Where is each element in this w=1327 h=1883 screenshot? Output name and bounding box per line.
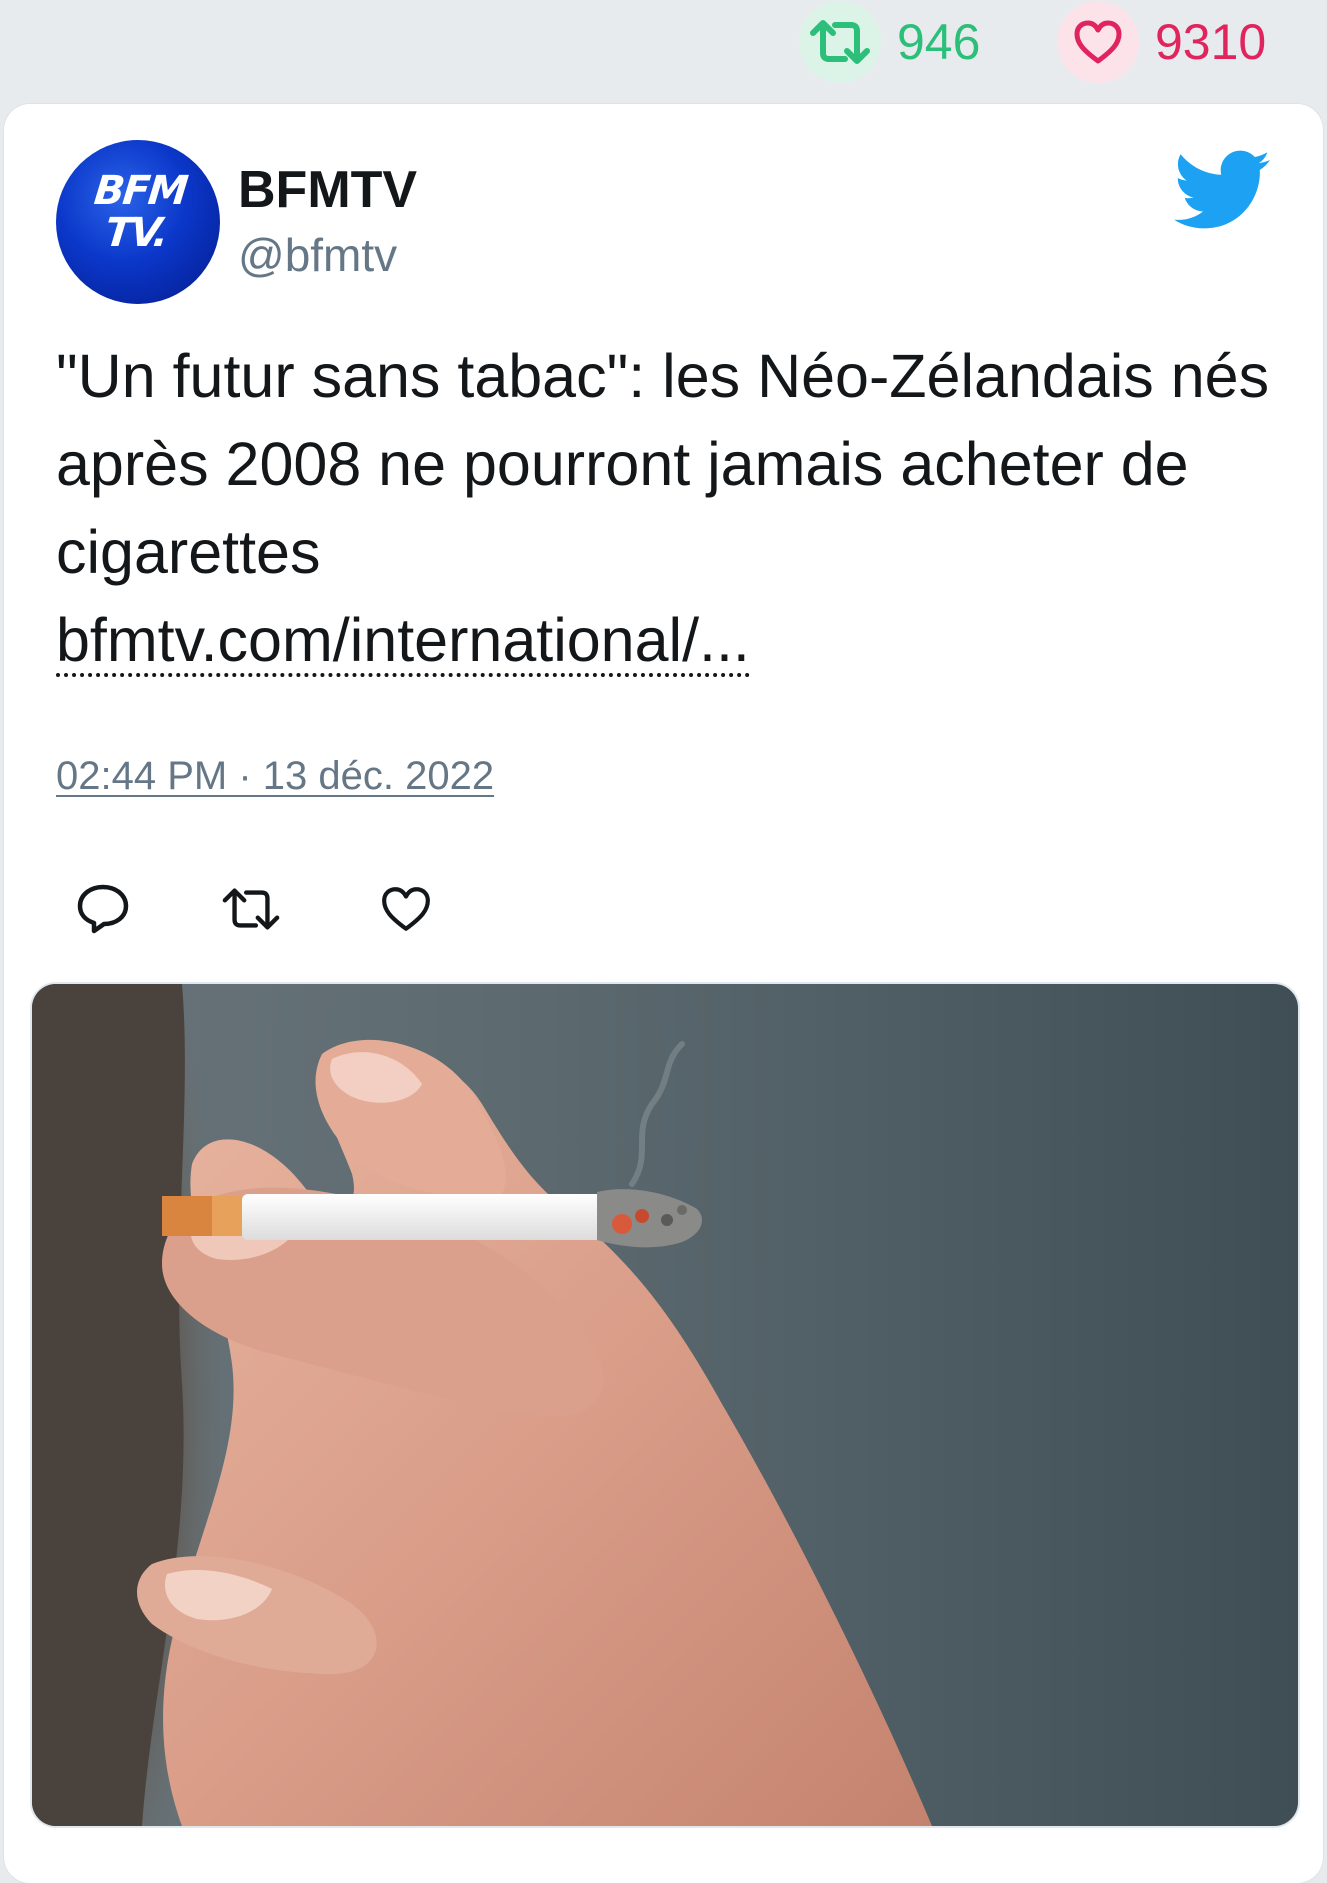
tweet-card: BFM TV. BFMTV @bfmtv "Un futur sans taba… (4, 104, 1323, 1883)
heart-icon (382, 887, 430, 931)
reply-button[interactable] (68, 874, 138, 944)
retweet-icon (799, 1, 881, 83)
avatar-logo-line2: TV. (102, 210, 169, 256)
author-name[interactable]: BFMTV (238, 160, 417, 220)
twitter-bird-icon[interactable] (1173, 150, 1272, 232)
author-handle[interactable]: @bfmtv (238, 228, 397, 282)
engagement-bar: 946 9310 (0, 0, 1327, 100)
retweet-count: 946 (897, 14, 981, 70)
retweet-icon (222, 888, 280, 930)
tweet-photo[interactable] (30, 982, 1300, 1828)
like-stat[interactable]: 9310 (1057, 0, 1266, 84)
tweet-body: "Un futur sans tabac": les Néo-Zélandais… (56, 342, 1270, 586)
avatar-logo-line1: BFM (91, 168, 189, 214)
tweet-text: "Un futur sans tabac": les Néo-Zélandais… (56, 332, 1286, 684)
photo-hand-with-cigarette (32, 984, 932, 1826)
article-link[interactable]: bfmtv.com/international/... (56, 607, 750, 677)
heart-icon (1057, 1, 1139, 83)
reply-icon (77, 884, 129, 934)
like-count: 9310 (1155, 14, 1267, 70)
retweet-stat[interactable]: 946 (799, 0, 980, 84)
tweet-timestamp[interactable]: 02:44 PM · 13 déc. 2022 (56, 754, 494, 799)
like-button[interactable] (371, 874, 441, 944)
retweet-button[interactable] (216, 874, 286, 944)
avatar-logo: BFM TV. (76, 168, 201, 256)
avatar[interactable]: BFM TV. (56, 140, 220, 304)
